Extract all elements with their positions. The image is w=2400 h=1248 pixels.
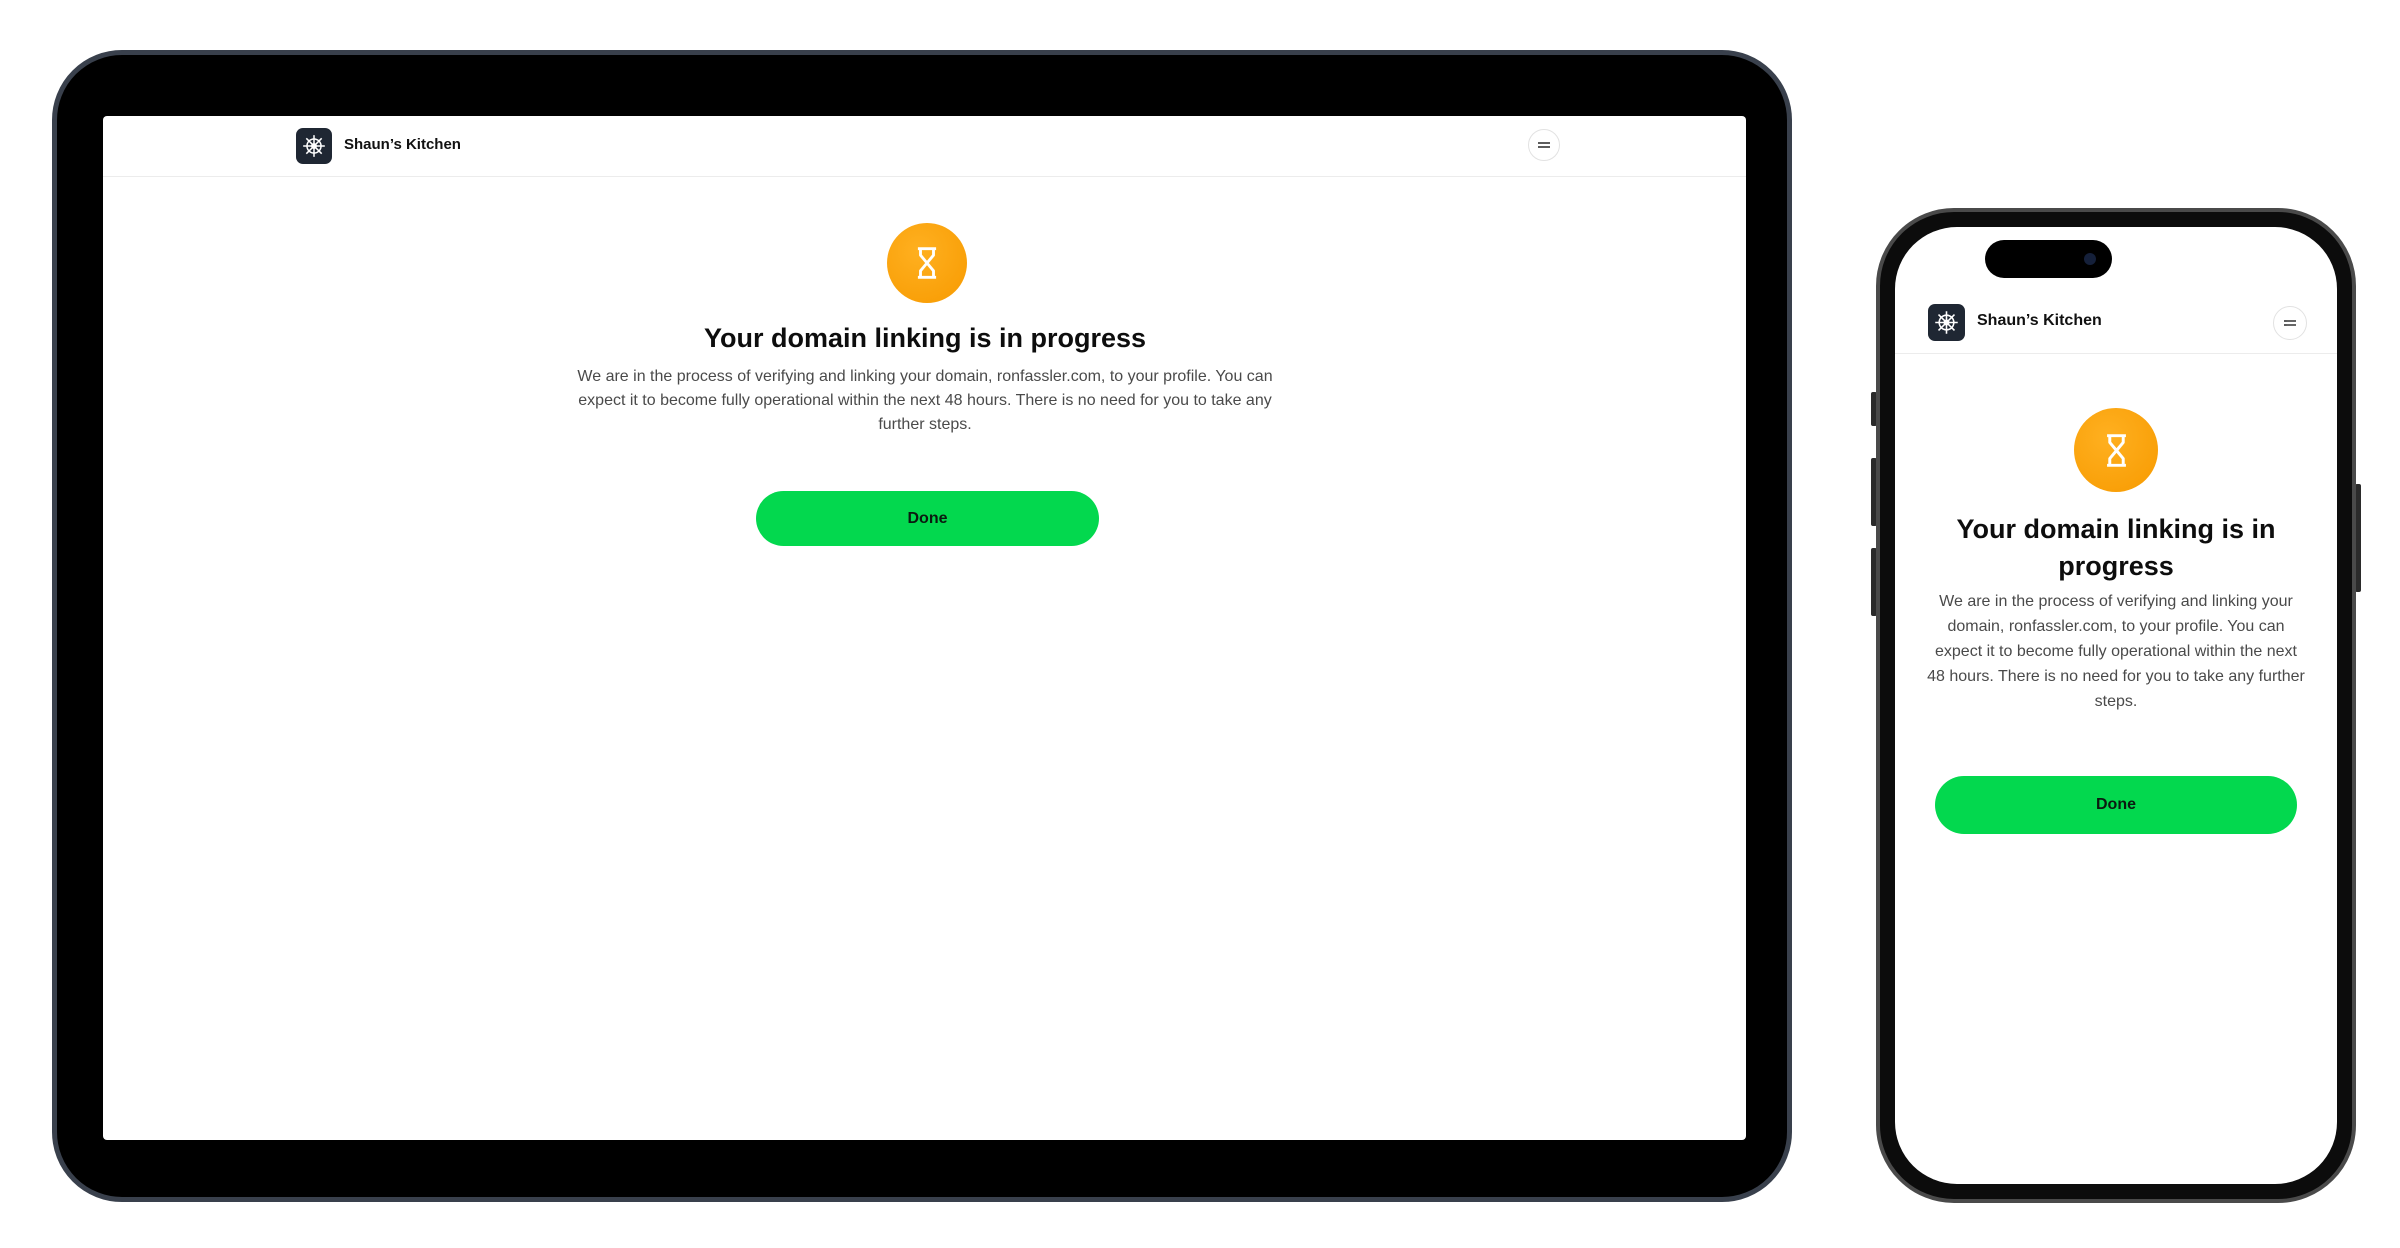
tablet-device: Shaun’s Kitchen Your domain linking is i…	[52, 50, 1792, 1202]
done-button[interactable]: Done	[756, 491, 1099, 546]
brand-name[interactable]: Shaun’s Kitchen	[1977, 312, 2102, 330]
status-title: Your domain linking is in progress	[1956, 514, 2276, 581]
status-title: Your domain linking is in progress	[703, 323, 1147, 353]
ship-wheel-icon[interactable]	[1928, 304, 1965, 341]
camera-icon	[2084, 253, 2096, 265]
status-description: We are in the process of verifying and l…	[1927, 593, 2305, 710]
phone-screen: Shaun’s Kitchen Your domain linking is i…	[1895, 227, 2337, 1184]
hourglass-icon	[2074, 408, 2158, 492]
phone-device: Shaun’s Kitchen Your domain linking is i…	[1876, 208, 2356, 1203]
status-description: We are in the process of verifying and l…	[577, 368, 1273, 433]
brand-name[interactable]: Shaun’s Kitchen	[344, 136, 461, 153]
menu-icon[interactable]	[1528, 129, 1560, 161]
dynamic-island	[1985, 240, 2112, 278]
tablet-screen: Shaun’s Kitchen Your domain linking is i…	[103, 116, 1746, 1140]
ship-wheel-icon[interactable]	[296, 128, 332, 164]
top-header: Shaun’s Kitchen	[103, 116, 1746, 177]
hourglass-icon	[887, 223, 967, 303]
done-button[interactable]: Done	[1935, 776, 2297, 834]
menu-icon[interactable]	[2273, 306, 2307, 340]
top-header: Shaun’s Kitchen	[1895, 290, 2337, 354]
